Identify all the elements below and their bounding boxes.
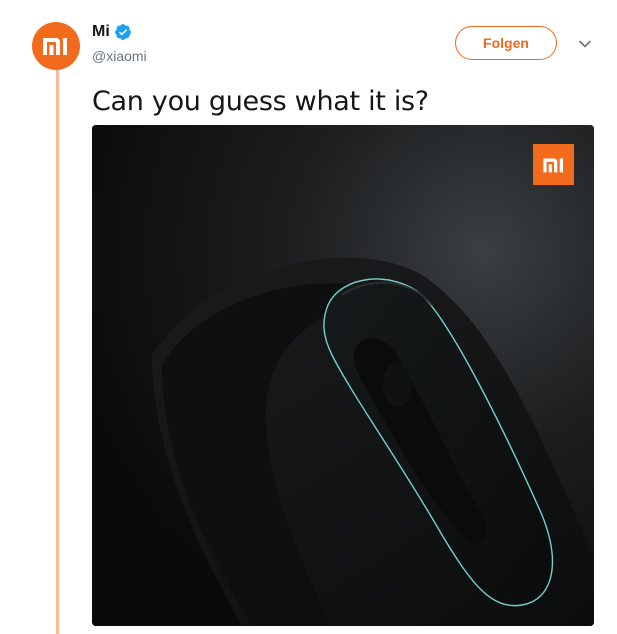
author-handle[interactable]: @xiaomi [92, 47, 147, 65]
follow-button[interactable]: Folgen [455, 26, 557, 60]
display-name[interactable]: Mi [92, 22, 110, 42]
tweet-media-image[interactable] [92, 125, 594, 626]
avatar[interactable] [32, 22, 80, 70]
tweet: Mi @xiaomi Folgen Can you guess what it … [0, 0, 617, 634]
fitness-band-teaser-image [92, 125, 594, 626]
mi-logo-icon [43, 38, 67, 55]
thread-line [56, 66, 59, 634]
media-mi-logo [533, 144, 574, 185]
author-name-row: Mi [92, 22, 132, 42]
tweet-text: Can you guess what it is? [92, 86, 429, 117]
mi-logo-icon [542, 157, 563, 172]
verified-badge-icon [114, 24, 131, 40]
chevron-down-icon[interactable] [577, 36, 593, 52]
